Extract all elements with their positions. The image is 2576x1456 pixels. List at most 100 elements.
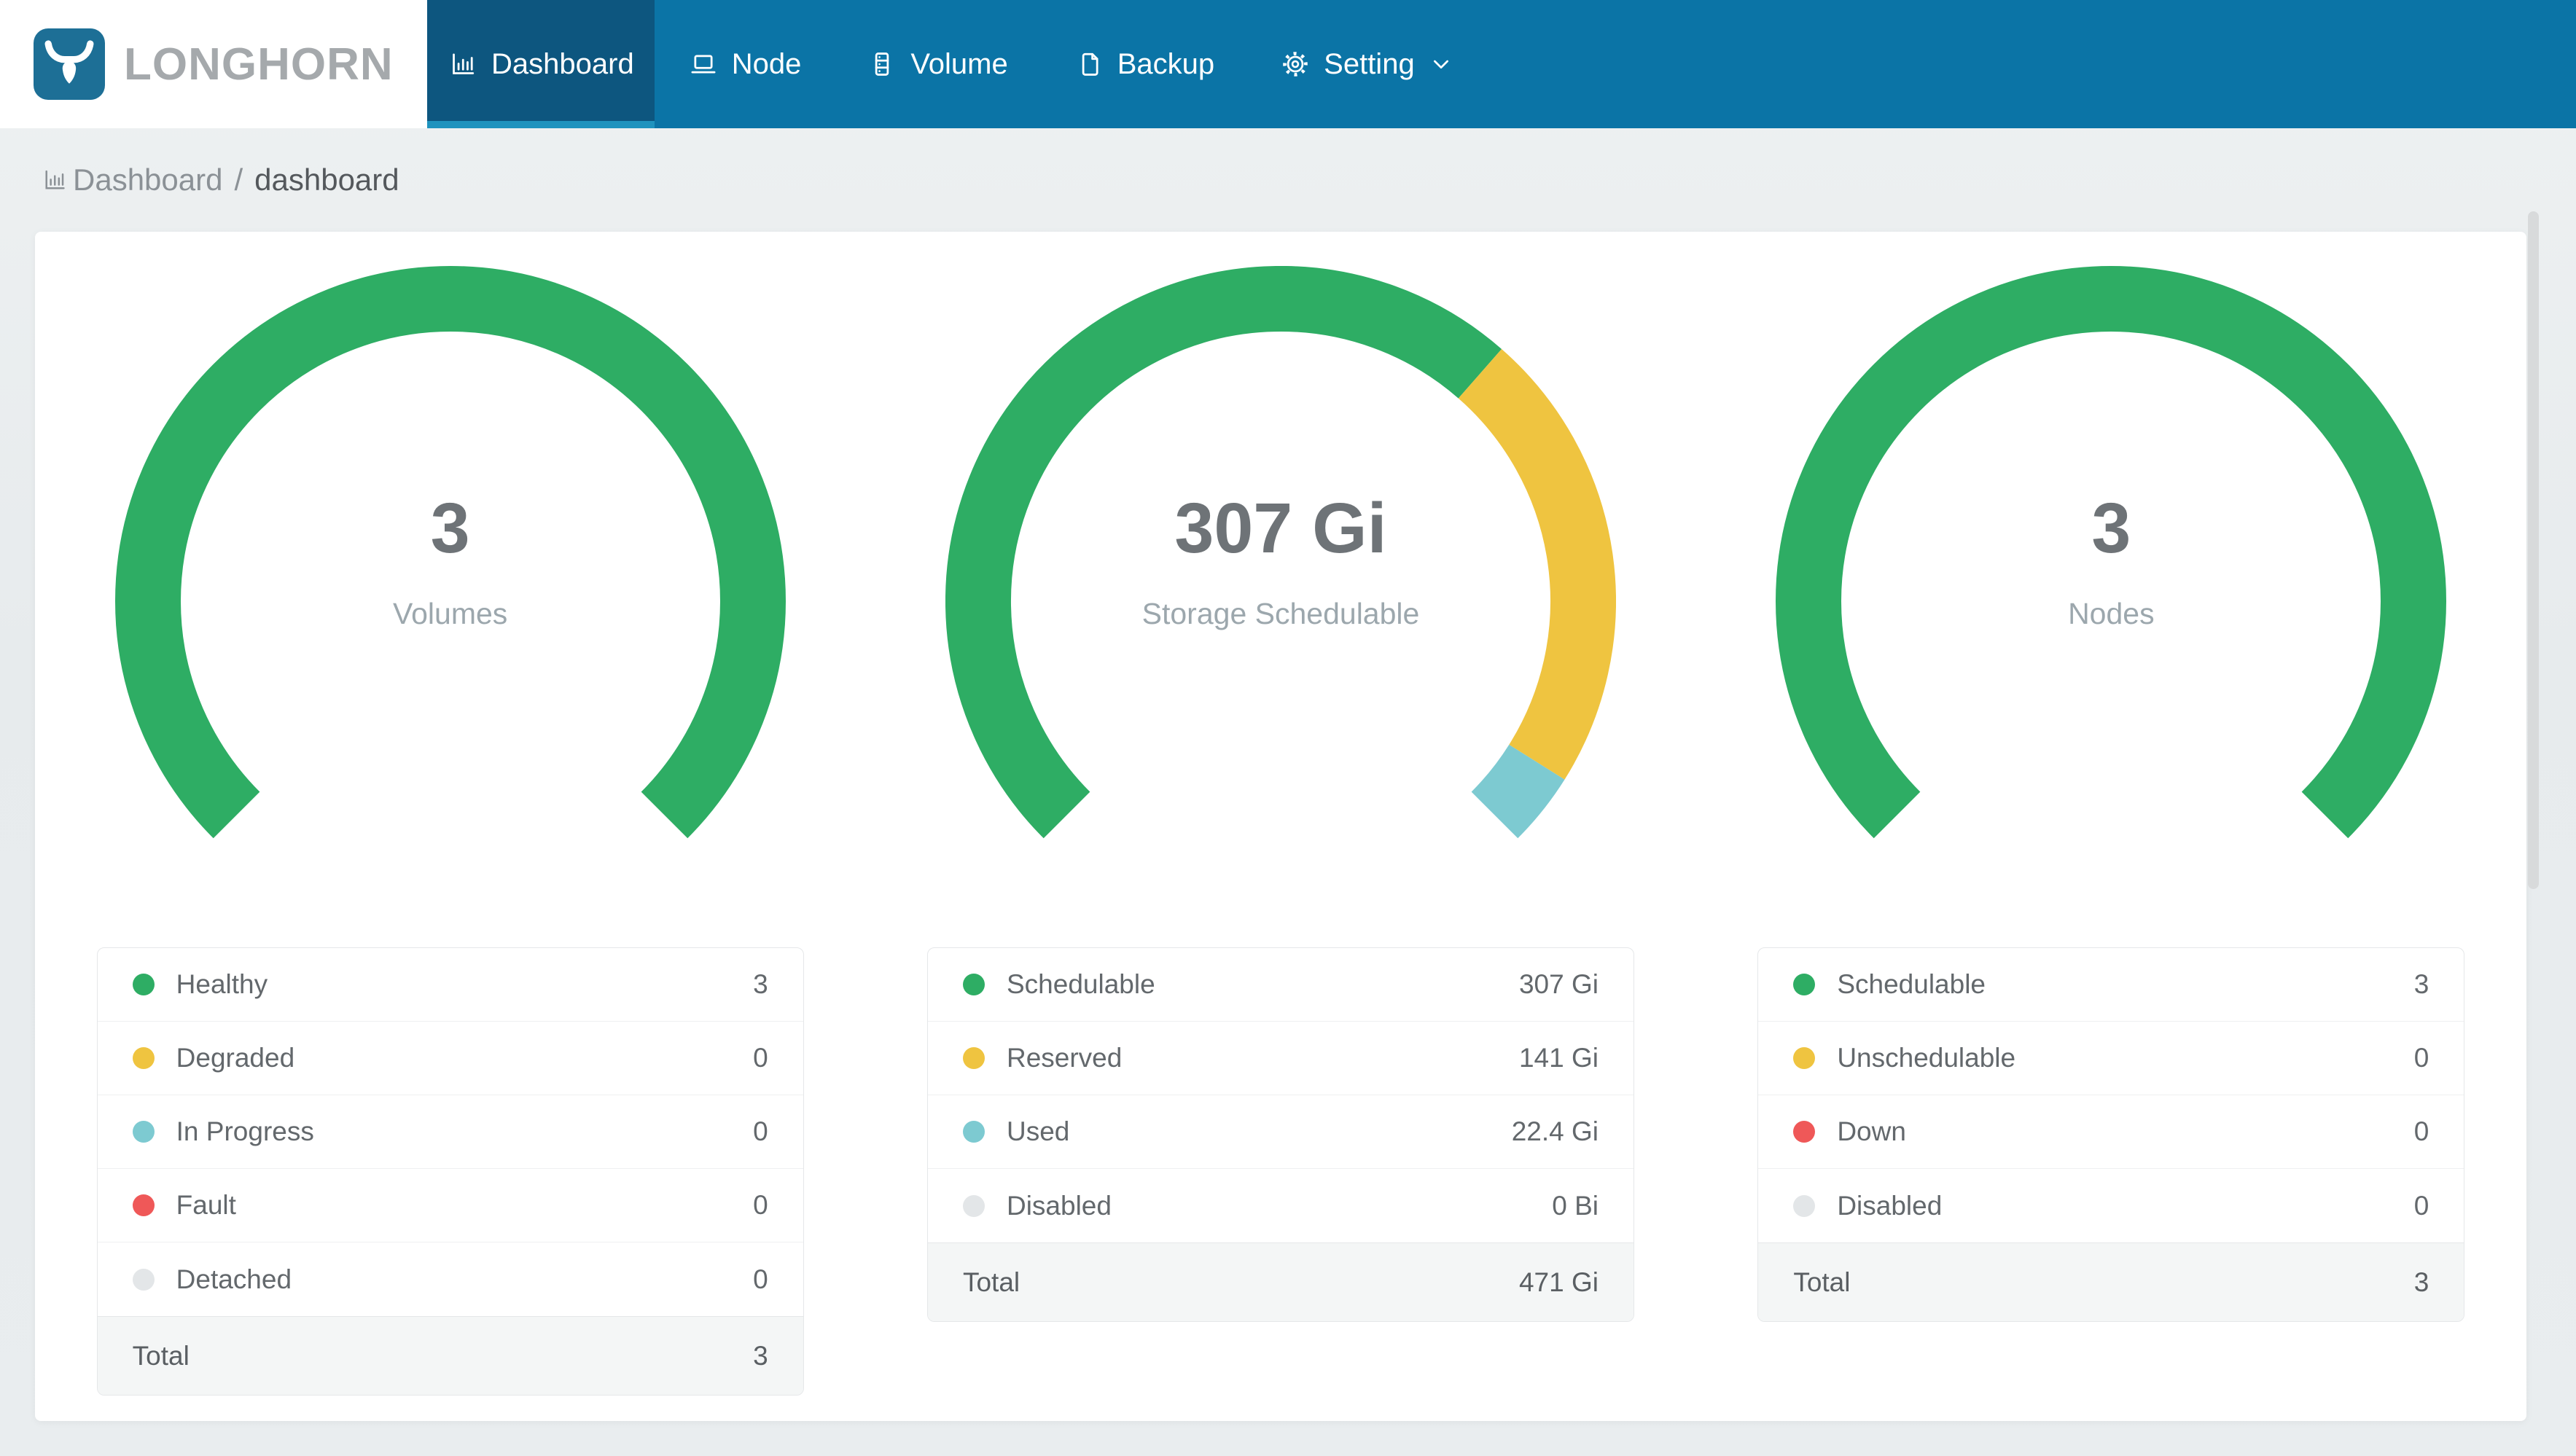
total-row: Total 3: [97, 1316, 803, 1395]
status-dot-yellow: [1793, 1047, 1816, 1069]
nav-item-volume[interactable]: Volume: [845, 0, 1029, 128]
gauge-arc: [114, 266, 786, 839]
legend-label: In Progress: [176, 1116, 314, 1146]
logo-area[interactable]: LONGHORN: [0, 0, 427, 128]
legend-value: 3: [2413, 969, 2429, 999]
laptop-icon: [688, 49, 719, 79]
panel-volumes: 3 Volumes Healthy 3 Degraded 0 In Progress 0 Fau…: [35, 266, 865, 1421]
legend-label: Disabled: [1837, 1190, 1943, 1221]
gauge-segment-healthy: [114, 266, 786, 839]
legend-row-down: Down 0: [1758, 1095, 2464, 1169]
app-header: LONGHORN Dashboard Node Volume Backup Se…: [0, 0, 2576, 128]
legend-value: 22.4 Gi: [1511, 1116, 1599, 1146]
legend-label: Schedulable: [1006, 969, 1155, 999]
chevron-down-icon: [1429, 52, 1453, 76]
gauge-nodes: 3 Nodes: [1776, 266, 2447, 853]
legend-row-schedulable: Schedulable 307 Gi: [927, 948, 1634, 1022]
status-dot-gray: [132, 1268, 155, 1291]
total-value: 3: [753, 1340, 768, 1371]
legend-label: Fault: [176, 1190, 236, 1220]
legend-value: 3: [753, 969, 768, 999]
nav-item-setting[interactable]: Setting: [1258, 0, 1475, 128]
legend-label: Unschedulable: [1837, 1043, 2016, 1073]
legend-label: Disabled: [1006, 1190, 1112, 1221]
legend-row-detached: Detached 0: [98, 1242, 803, 1316]
total-value: 3: [2413, 1267, 2429, 1297]
legend-label: Schedulable: [1837, 969, 1986, 999]
nav-item-label: Setting: [1324, 47, 1415, 80]
status-dot-green: [1793, 974, 1816, 995]
legend-table-volumes: Healthy 3 Degraded 0 In Progress 0 Fault 0 Detac…: [96, 947, 804, 1396]
status-dot-teal: [962, 1121, 985, 1143]
legend-row-degraded: Degraded 0: [97, 1022, 803, 1095]
legend-row-used: Used 22.4 Gi: [927, 1095, 1634, 1169]
legend-value: 0: [2413, 1116, 2429, 1146]
legend-label: Reserved: [1006, 1043, 1123, 1073]
longhorn-logo: [34, 28, 105, 100]
legend-table-storage-schedulable: Schedulable 307 Gi Reserved 141 Gi Used 22.4 …: [926, 947, 1634, 1322]
gauge-segment-reserved: [1458, 348, 1616, 780]
nav: Dashboard Node Volume Backup Setting: [427, 0, 2576, 128]
legend-row-reserved: Reserved 141 Gi: [927, 1022, 1634, 1095]
legend-value: 0: [753, 1190, 768, 1220]
legend-label: Healthy: [176, 969, 268, 999]
gauge-segment-schedulable: [1776, 266, 2447, 839]
nav-item-label: Volume: [910, 47, 1008, 80]
legend-value: 0: [753, 1116, 768, 1146]
document-icon: [1074, 49, 1104, 79]
status-dot-gray: [962, 1194, 985, 1217]
panel-storage-schedulable: 307 Gi Storage Schedulable Schedulable 307 …: [865, 265, 1695, 1421]
total-label: Total: [1793, 1267, 1851, 1297]
legend-value: 141 Gi: [1518, 1043, 1599, 1073]
gauge-volumes: 3 Volumes: [114, 266, 786, 853]
legend-value: 0 Bi: [1552, 1190, 1599, 1221]
status-dot-green: [132, 974, 155, 995]
gauge-segment-schedulable: [945, 265, 1502, 839]
legend-label: Down: [1837, 1116, 1906, 1146]
status-dot-teal: [132, 1121, 155, 1143]
status-dot-green: [962, 974, 985, 995]
legend-value: 307 Gi: [1518, 969, 1599, 999]
breadcrumb-section[interactable]: Dashboard: [73, 163, 222, 197]
gauge-storage-schedulable: 307 Gi Storage Schedulable: [945, 265, 1616, 853]
total-row: Total 3: [1758, 1242, 2464, 1321]
legend-value: 0: [2413, 1190, 2429, 1221]
breadcrumb-separator: /: [234, 163, 243, 197]
gauge-arc: [945, 265, 1616, 839]
status-dot-gray: [1793, 1194, 1816, 1217]
breadcrumb: Dashboard / dashboard: [0, 128, 2576, 232]
server-icon: [867, 49, 897, 79]
gauge-arc: [1776, 266, 2447, 839]
status-dot-red: [1793, 1121, 1816, 1143]
legend-label: Detached: [176, 1264, 292, 1294]
total-label: Total: [132, 1340, 190, 1371]
bar-chart-icon: [448, 49, 478, 79]
status-dot-yellow: [132, 1047, 155, 1069]
total-label: Total: [962, 1267, 1020, 1297]
total-value: 471 Gi: [1518, 1267, 1599, 1297]
nav-item-label: Node: [731, 47, 802, 80]
legend-row-healthy: Healthy 3: [97, 948, 803, 1022]
bar-chart-icon: [41, 166, 69, 194]
nav-item-label: Backup: [1117, 47, 1215, 80]
status-dot-yellow: [962, 1047, 985, 1069]
nav-item-node[interactable]: Node: [666, 0, 824, 128]
breadcrumb-page: dashboard: [254, 163, 399, 197]
legend-label: Used: [1006, 1116, 1070, 1146]
total-row: Total 471 Gi: [927, 1242, 1634, 1321]
legend-value: 0: [2413, 1043, 2429, 1073]
legend-row-disabled: Disabled 0: [1758, 1169, 2464, 1242]
gear-icon: [1280, 49, 1311, 79]
legend-row-disabled: Disabled 0 Bi: [928, 1169, 1634, 1242]
gauge-segment-used: [1471, 744, 1565, 839]
nav-item-backup[interactable]: Backup: [1052, 0, 1236, 128]
legend-table-nodes: Schedulable 3 Unschedulable 0 Down 0 Disabled 0…: [1757, 947, 2465, 1322]
scrollbar-thumb[interactable]: [2528, 211, 2539, 889]
legend-row-fault: Fault 0: [97, 1169, 803, 1242]
legend-label: Degraded: [176, 1043, 295, 1073]
legend-row-schedulable: Schedulable 3: [1758, 948, 2464, 1022]
nav-item-dashboard[interactable]: Dashboard: [427, 0, 655, 128]
legend-value: 0: [753, 1264, 768, 1294]
dashboard-card: 3 Volumes Healthy 3 Degraded 0 In Progress 0 Fau…: [35, 232, 2526, 1421]
legend-row-unschedulable: Unschedulable 0: [1758, 1022, 2464, 1095]
